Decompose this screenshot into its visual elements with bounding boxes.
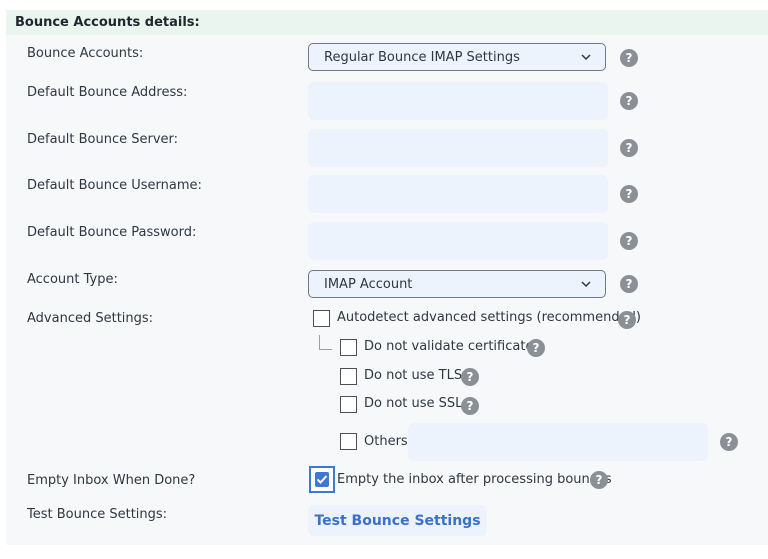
bounce-accounts-value: Regular Bounce IMAP Settings [324, 50, 520, 65]
checkbox-fill [315, 472, 329, 487]
advanced-settings-label: Advanced Settings: [27, 311, 154, 326]
others-input[interactable] [408, 423, 708, 461]
checkmark-icon [316, 475, 328, 484]
empty-inbox-option-label: Empty the inbox after processing bounces [337, 472, 612, 487]
no-validate-cert-help-icon[interactable]: ? [527, 339, 545, 357]
default-bounce-username-label: Default Bounce Username: [27, 178, 202, 193]
default-bounce-server-input[interactable] [308, 129, 608, 167]
others-help-icon[interactable]: ? [720, 433, 738, 451]
tree-connector [319, 335, 332, 350]
no-tls-checkbox[interactable] [340, 368, 357, 385]
default-bounce-server-label: Default Bounce Server: [27, 132, 179, 147]
default-bounce-password-label: Default Bounce Password: [27, 225, 197, 240]
others-checkbox[interactable] [340, 433, 357, 450]
default-bounce-password-help-icon[interactable]: ? [620, 232, 638, 250]
no-validate-cert-label: Do not validate certificate [364, 339, 534, 354]
account-type-value: IMAP Account [324, 277, 413, 292]
autodetect-help-icon[interactable]: ? [618, 311, 636, 329]
no-tls-help-icon[interactable]: ? [461, 368, 479, 386]
default-bounce-password-input[interactable] [308, 222, 608, 260]
default-bounce-server-help-icon[interactable]: ? [620, 139, 638, 157]
autodetect-checkbox[interactable] [313, 310, 330, 327]
no-validate-cert-checkbox[interactable] [340, 339, 357, 356]
no-ssl-help-icon[interactable]: ? [461, 397, 479, 415]
section-title: Bounce Accounts details: [15, 15, 200, 30]
chevron-down-icon [581, 54, 591, 61]
autodetect-label: Autodetect advanced settings (recommende… [337, 310, 641, 325]
default-bounce-username-input[interactable] [308, 175, 608, 213]
bounce-accounts-select[interactable]: Regular Bounce IMAP Settings [308, 43, 606, 71]
test-bounce-settings-button[interactable]: Test Bounce Settings [308, 505, 487, 536]
no-tls-label: Do not use TLS [364, 368, 463, 383]
bounce-accounts-help-icon[interactable]: ? [620, 49, 638, 67]
default-bounce-address-label: Default Bounce Address: [27, 85, 188, 100]
account-type-select[interactable]: IMAP Account [308, 270, 606, 298]
account-type-label: Account Type: [27, 272, 118, 287]
section-header: Bounce Accounts details: [6, 10, 768, 35]
account-type-help-icon[interactable]: ? [620, 275, 638, 293]
empty-inbox-checkbox[interactable] [309, 466, 335, 493]
no-ssl-checkbox[interactable] [340, 396, 357, 413]
others-label: Others [364, 434, 408, 449]
empty-inbox-help-icon[interactable]: ? [590, 471, 608, 489]
chevron-down-icon [581, 281, 591, 288]
default-bounce-address-input[interactable] [308, 82, 608, 120]
test-bounce-label: Test Bounce Settings: [27, 507, 168, 522]
default-bounce-address-help-icon[interactable]: ? [620, 92, 638, 110]
default-bounce-username-help-icon[interactable]: ? [620, 185, 638, 203]
no-ssl-label: Do not use SSL [364, 396, 463, 411]
bounce-accounts-label: Bounce Accounts: [27, 46, 144, 61]
empty-inbox-label: Empty Inbox When Done? [27, 473, 196, 488]
